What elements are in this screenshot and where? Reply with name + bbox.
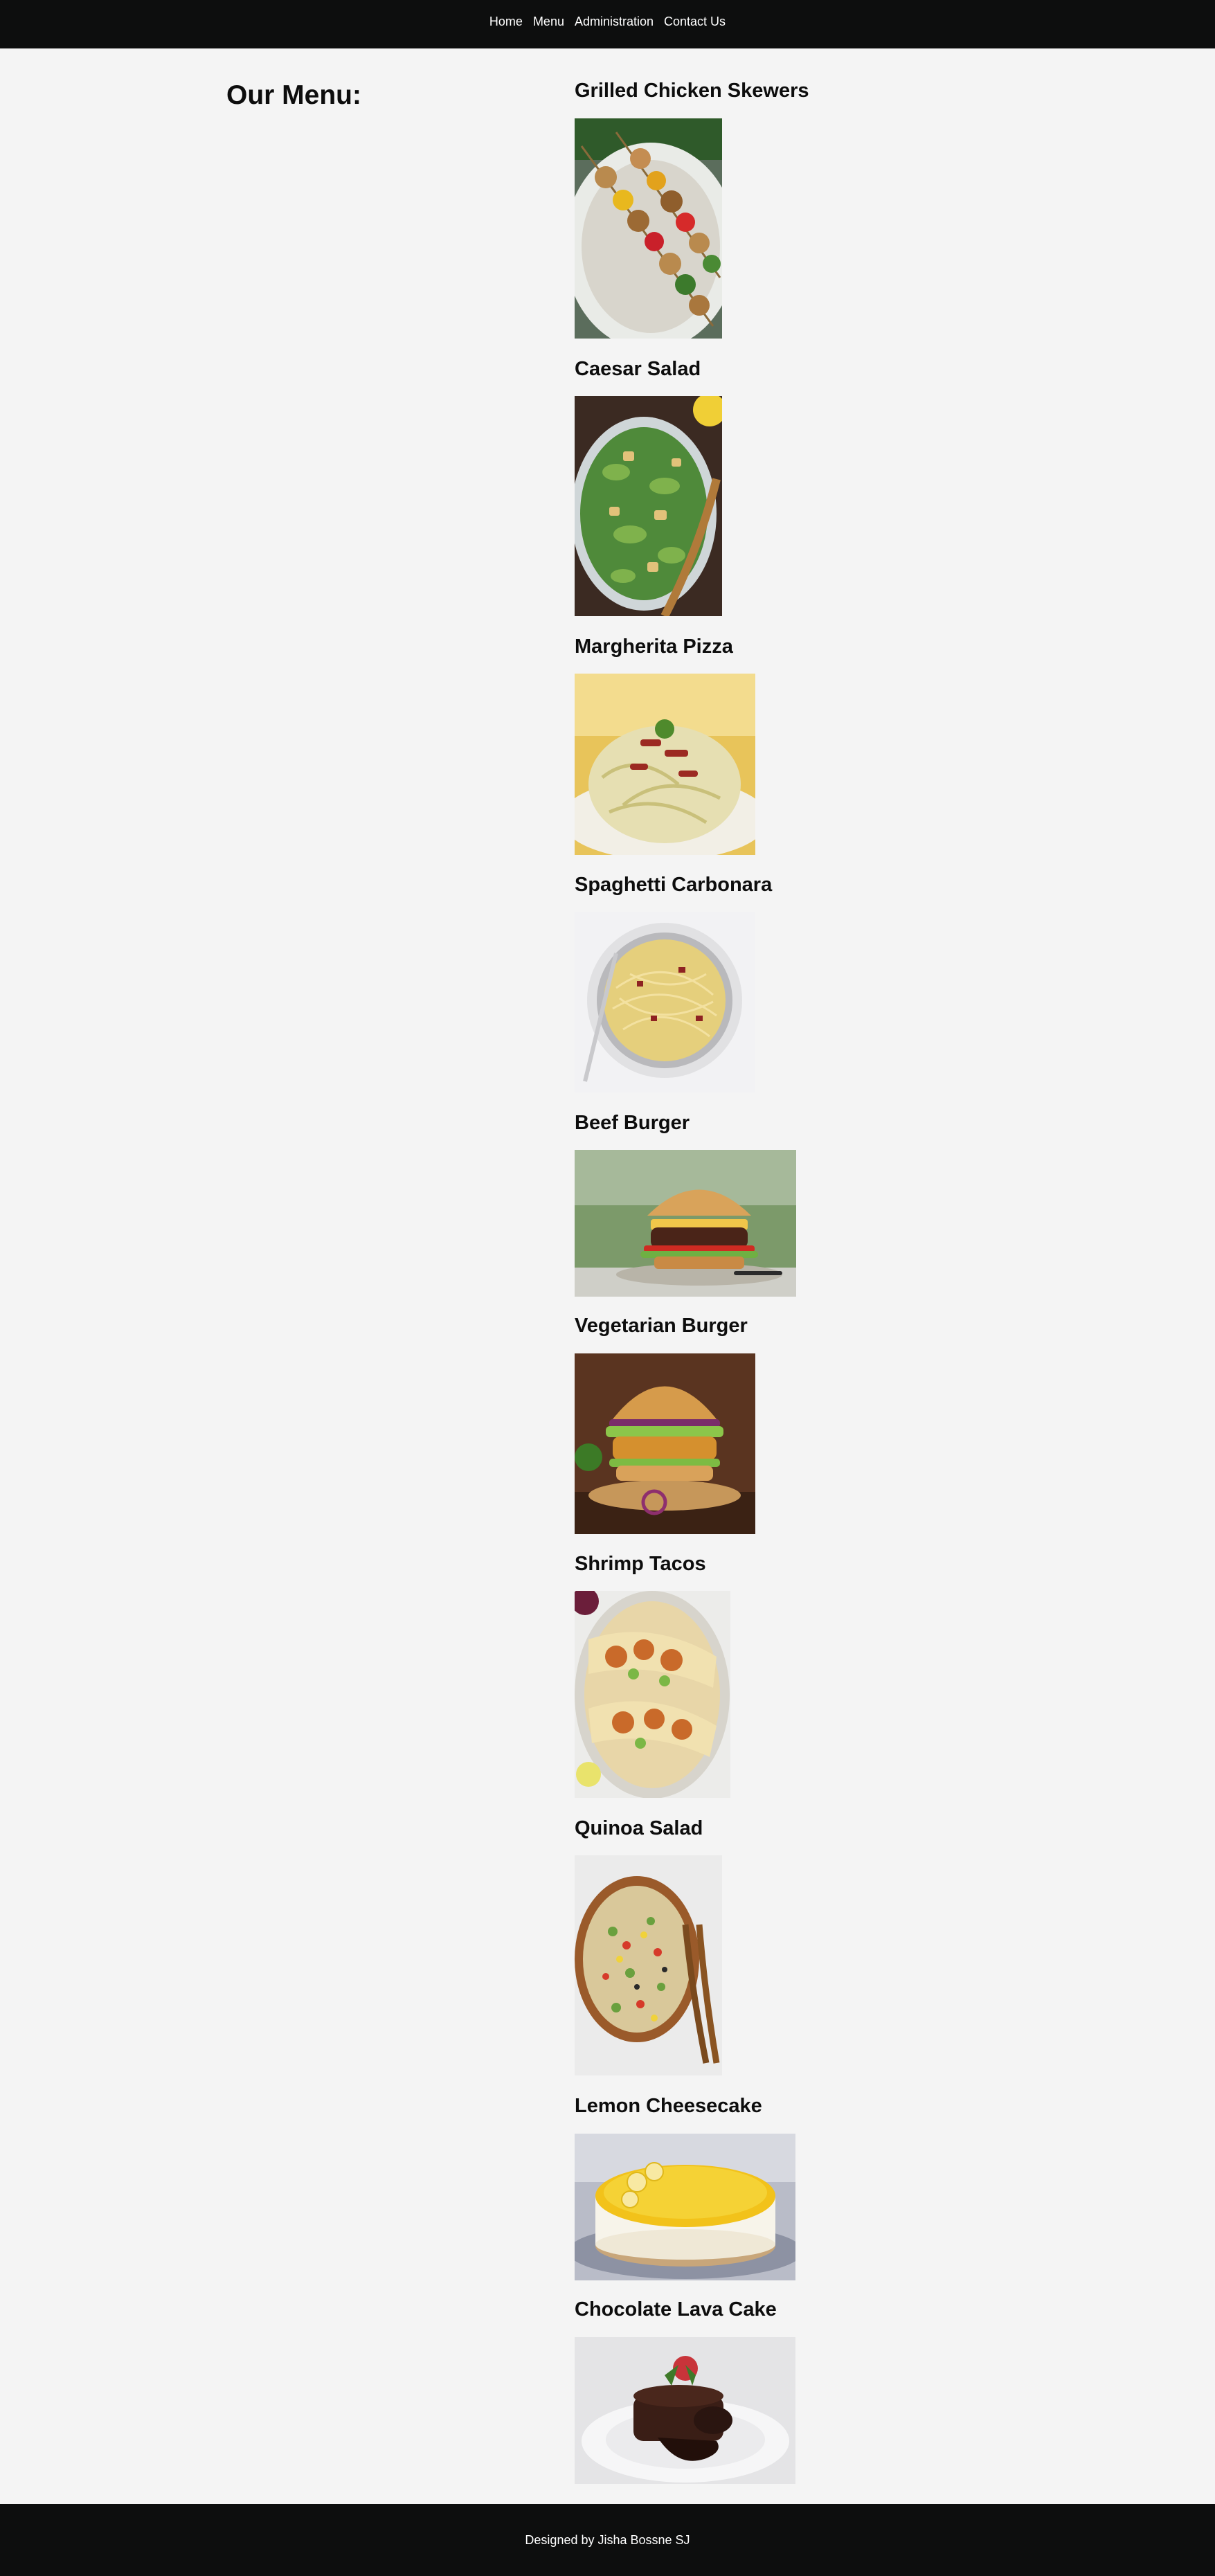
caesar-salad-photo: [575, 396, 722, 616]
spaghetti-carbonara-photo: [575, 912, 755, 1092]
menu-item-name: Caesar Salad: [575, 358, 701, 380]
menu-item-name: Lemon Cheesecake: [575, 2095, 762, 2117]
menu-item: Beef Burger: [575, 1110, 690, 1136]
menu-heading: Our Menu:: [226, 80, 361, 110]
nav-link-contact-us[interactable]: Contact Us: [664, 15, 726, 28]
nav-list: Home Menu Administration Contact Us: [489, 15, 726, 29]
menu-item-name: Shrimp Tacos: [575, 1553, 706, 1575]
menu-item: Quinoa Salad: [575, 1815, 703, 1841]
menu-item-name: Quinoa Salad: [575, 1817, 703, 1839]
vegetarian-burger-photo: [575, 1353, 755, 1534]
menu-item-name: Margherita Pizza: [575, 636, 733, 658]
menu-item: Margherita Pizza: [575, 633, 733, 660]
margherita-pizza-photo: [575, 674, 755, 855]
menu-item-name: Spaghetti Carbonara: [575, 874, 773, 896]
menu-item: Caesar Salad: [575, 356, 701, 382]
grilled-chicken-skewers-photo: [575, 118, 722, 339]
nav-link-home[interactable]: Home: [489, 15, 523, 28]
menu-item-name: Grilled Chicken Skewers: [575, 80, 809, 102]
menu-item: Vegetarian Burger: [575, 1313, 748, 1339]
top-navigation: Home Menu Administration Contact Us: [0, 0, 1215, 48]
menu-item-name: Beef Burger: [575, 1112, 690, 1134]
menu-item-name: Chocolate Lava Cake: [575, 2298, 777, 2321]
menu-item-name: Vegetarian Burger: [575, 1315, 748, 1337]
menu-item: Grilled Chicken Skewers: [575, 78, 809, 104]
beef-burger-photo: [575, 1150, 796, 1297]
quinoa-salad-photo: [575, 1855, 722, 2075]
nav-link-administration[interactable]: Administration: [575, 15, 654, 28]
menu-item: Chocolate Lava Cake: [575, 2296, 777, 2323]
shrimp-tacos-photo: [575, 1591, 730, 1798]
footer-credit: Designed by Jisha Bossne SJ: [525, 2532, 690, 2547]
chocolate-lava-cake-photo: [575, 2337, 795, 2484]
nav-link-menu[interactable]: Menu: [533, 15, 564, 28]
lemon-cheesecake-photo: [575, 2134, 795, 2280]
footer: Designed by Jisha Bossne SJ: [0, 2504, 1215, 2576]
menu-item: Lemon Cheesecake: [575, 2093, 762, 2119]
menu-item: Spaghetti Carbonara: [575, 872, 772, 898]
menu-item: Shrimp Tacos: [575, 1551, 706, 1577]
